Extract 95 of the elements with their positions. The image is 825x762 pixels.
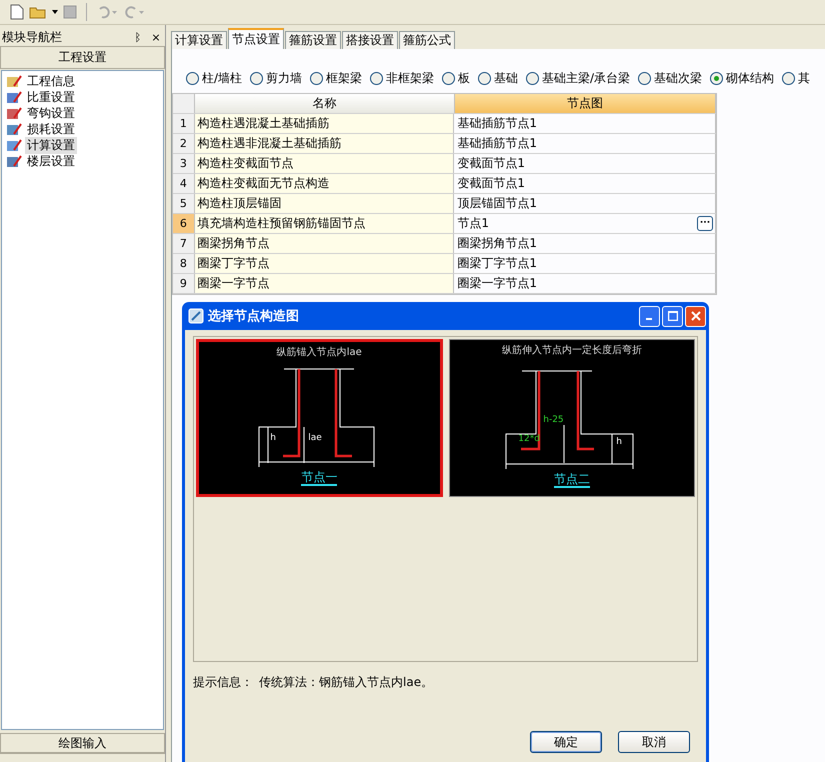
close-button[interactable]: [685, 306, 706, 326]
tab[interactable]: 箍筋公式: [399, 31, 455, 49]
settings-item-icon: [6, 74, 22, 88]
tab[interactable]: 计算设置: [171, 31, 227, 49]
panel-title: 模块导航栏: [2, 28, 62, 46]
table-cell: 圈梁拐角节点: [194, 234, 454, 253]
settings-item-icon: [6, 138, 22, 152]
radio-button[interactable]: [782, 72, 796, 84]
row-number: 2: [173, 134, 195, 153]
radio-label[interactable]: 基础: [494, 70, 518, 86]
row-number: 4: [173, 174, 195, 193]
tab[interactable]: 节点设置: [228, 28, 284, 49]
row-number: 7: [173, 234, 195, 253]
hint-text: 传统算法：钢筋锚入节点内lae。: [259, 674, 434, 691]
nav-item[interactable]: 楼层设置: [25, 152, 77, 170]
radio-label[interactable]: 剪力墙: [266, 70, 302, 86]
cancel-button[interactable]: 取消: [618, 731, 690, 753]
table-cell: 变截面节点1: [457, 155, 525, 172]
radio-button[interactable]: [526, 72, 540, 84]
hint-label: 提示信息：: [193, 674, 253, 691]
table-cell: 变截面节点1: [457, 175, 525, 192]
table-cell: 顶层锚固节点1: [457, 195, 537, 212]
close-button[interactable]: ×: [149, 30, 163, 44]
dimension-label: h: [616, 437, 622, 447]
app-icon: [188, 308, 204, 324]
radio-button[interactable]: [638, 72, 652, 84]
row-number: 6: [173, 214, 195, 233]
node-name: 节点二: [554, 472, 590, 488]
nav-item[interactable]: 比重设置: [25, 88, 77, 106]
dimension-label: lae: [308, 433, 322, 443]
radio-label[interactable]: 其: [798, 70, 810, 86]
nav-item[interactable]: 计算设置: [25, 136, 77, 154]
table-cell: 节点1: [457, 215, 489, 232]
settings-item-icon: [6, 106, 22, 120]
settings-item-icon: [6, 154, 22, 168]
ellipsis-button[interactable]: ···: [697, 216, 713, 231]
radio-label[interactable]: 基础次梁: [654, 70, 702, 86]
settings-item-icon: [6, 90, 22, 104]
close-icon: [690, 311, 700, 321]
row-number: 8: [173, 254, 195, 273]
column-header[interactable]: 节点图: [455, 94, 716, 113]
node-name: 节点一: [301, 470, 338, 486]
table-cell: 圈梁丁字节点1: [457, 255, 537, 272]
row-number: 1: [173, 114, 195, 133]
diagram-caption: 纵筋锚入节点内lae: [276, 346, 362, 359]
table-cell: 圈梁一字节点: [194, 274, 454, 293]
row-number: 3: [173, 154, 195, 173]
maximize-icon: [668, 311, 678, 321]
table-cell: 构造柱变截面节点: [194, 154, 454, 173]
radio-button[interactable]: [250, 72, 264, 84]
radio-button[interactable]: [370, 72, 384, 84]
ok-button[interactable]: 确定: [530, 731, 602, 753]
radio-label[interactable]: 板: [458, 70, 470, 86]
table-cell: 圈梁拐角节点1: [457, 235, 537, 252]
node-diagram-option[interactable]: 纵筋锚入节点内lae h lae 节点一: [196, 339, 443, 497]
table-cell: 构造柱遇混凝土基础插筋: [194, 114, 454, 133]
table-cell: 构造柱顶层锚固: [194, 194, 454, 213]
dialog-title: 选择节点构造图: [208, 308, 300, 325]
open-folder-icon[interactable]: [29, 5, 47, 19]
minimize-button[interactable]: [639, 306, 660, 326]
column-header[interactable]: 名称: [194, 94, 456, 113]
maximize-button[interactable]: [662, 306, 683, 326]
tab[interactable]: 搭接设置: [342, 31, 398, 49]
nav-item[interactable]: 工程信息: [25, 72, 77, 90]
settings-item-icon: [6, 122, 22, 136]
row-number: 9: [173, 274, 195, 293]
dimension-label: h-25: [543, 415, 564, 425]
section-header[interactable]: 工程设置: [0, 46, 165, 69]
table-cell: 圈梁一字节点1: [457, 275, 537, 292]
radio-button[interactable]: [186, 72, 199, 84]
radio-label[interactable]: 基础主梁/承台梁: [542, 70, 630, 86]
table-cell: 填充墙构造柱预留钢筋锚固节点: [194, 214, 454, 233]
pin-button[interactable]: ᛒ: [131, 30, 145, 44]
tab[interactable]: 箍筋设置: [285, 31, 341, 49]
radio-button[interactable]: [710, 72, 724, 84]
nav-item[interactable]: 损耗设置: [25, 120, 77, 138]
table-cell: 构造柱遇非混凝土基础插筋: [194, 134, 454, 153]
radio-label[interactable]: 柱/墙柱: [202, 70, 242, 86]
radio-label[interactable]: 非框架梁: [386, 70, 434, 86]
radio-label[interactable]: 框架梁: [326, 70, 362, 86]
nav-item[interactable]: 弯钩设置: [25, 104, 77, 122]
caret-icon[interactable]: [52, 10, 58, 14]
new-file-icon[interactable]: [10, 4, 24, 20]
radio-label[interactable]: 砌体结构: [726, 70, 774, 86]
table-cell: 基础插筋节点1: [457, 115, 537, 132]
radio-button[interactable]: [478, 72, 492, 84]
radio-button[interactable]: [442, 72, 456, 84]
row-number: 5: [173, 194, 195, 213]
section-header[interactable]: 绘图输入: [0, 733, 165, 753]
table-cell: 圈梁丁字节点: [194, 254, 454, 273]
dimension-label: h: [270, 433, 276, 443]
table-cell: 基础插筋节点1: [457, 135, 537, 152]
diagram-caption: 纵筋伸入节点内一定长度后弯折: [502, 344, 642, 357]
table-cell: 构造柱变截面无节点构造: [194, 174, 454, 193]
radio-button[interactable]: [310, 72, 324, 84]
